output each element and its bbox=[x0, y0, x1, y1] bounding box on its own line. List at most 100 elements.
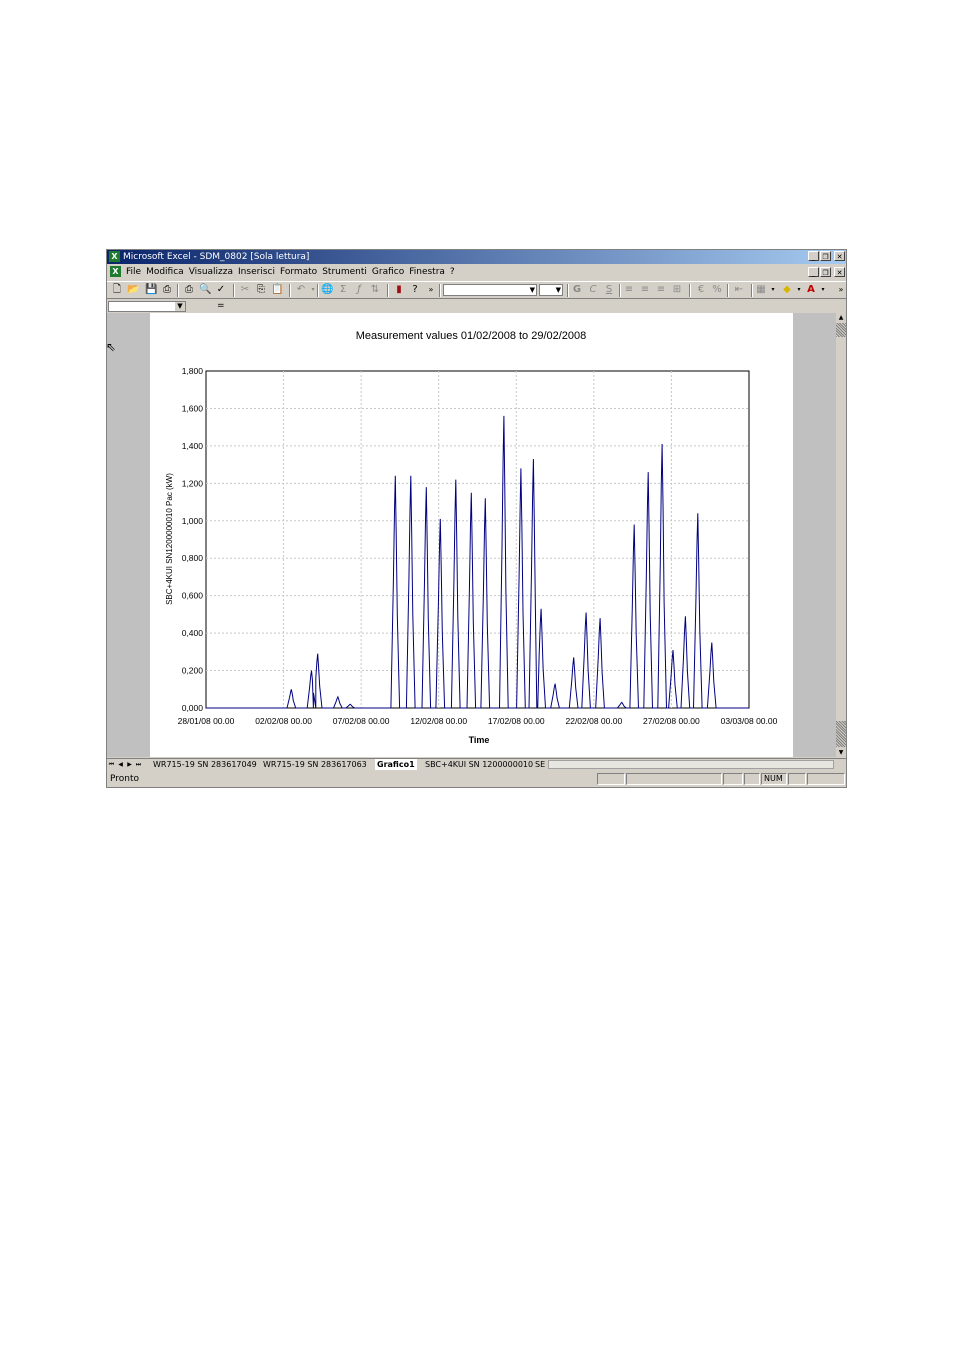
new-icon[interactable]: 🗋 bbox=[111, 284, 123, 296]
vertical-scrollbar[interactable]: ▲ ▼ bbox=[836, 313, 846, 757]
help-icon[interactable]: ? bbox=[409, 284, 421, 296]
borders-dropdown-icon[interactable]: ▾ bbox=[767, 284, 779, 296]
undo-icon[interactable]: ↶ bbox=[295, 284, 307, 296]
chart-page[interactable]: Measurement values 01/02/2008 to 29/02/2… bbox=[150, 313, 793, 757]
close-button[interactable]: ✕ bbox=[834, 251, 845, 261]
borders-icon[interactable]: ▦ bbox=[755, 284, 767, 296]
x-tick-label: 03/03/08 00.00 bbox=[721, 716, 778, 726]
scroll-thumb-bottom[interactable] bbox=[836, 721, 846, 747]
menu-help[interactable]: ? bbox=[450, 265, 460, 279]
chart-wizard-icon[interactable]: ▮ bbox=[393, 284, 405, 296]
name-box-dropdown-icon[interactable]: ▼ bbox=[175, 302, 185, 311]
menu-grafico[interactable]: Grafico bbox=[372, 265, 409, 279]
status-num: NUM bbox=[761, 773, 787, 785]
y-tick-label: 0,400 bbox=[182, 628, 204, 638]
workbook-icon[interactable]: X bbox=[110, 266, 121, 277]
status-panel bbox=[788, 773, 806, 785]
save-icon[interactable]: 💾 bbox=[145, 284, 157, 296]
sheet-tab[interactable]: SBC+4KUI SN 1200000010 bbox=[425, 759, 533, 770]
more-buttons-icon[interactable]: » bbox=[425, 284, 437, 296]
menu-formato[interactable]: Formato bbox=[280, 265, 322, 279]
font-color-dropdown-icon[interactable]: ▾ bbox=[817, 284, 829, 296]
chart[interactable]: Measurement values 01/02/2008 to 29/02/2… bbox=[150, 313, 793, 757]
doc-minimize-button[interactable]: _ bbox=[808, 267, 819, 277]
sheet-tab-bar: ⏮ ◀ ▶ ⏭ WR715-19 SN 283617049 WR715-19 S… bbox=[107, 758, 846, 770]
first-sheet-icon[interactable]: ⏮ bbox=[107, 759, 116, 770]
horizontal-scrollbar[interactable] bbox=[548, 760, 834, 769]
copy-icon[interactable]: ⎘ bbox=[255, 284, 267, 296]
x-tick-label: 22/02/08 00.00 bbox=[565, 716, 622, 726]
status-panel bbox=[597, 773, 625, 785]
x-axis-label: Time bbox=[469, 735, 490, 745]
status-panel bbox=[744, 773, 760, 785]
paste-icon[interactable]: 📋 bbox=[271, 284, 283, 296]
currency-icon[interactable]: € bbox=[695, 284, 707, 296]
formula-equals[interactable]: = bbox=[217, 300, 225, 313]
open-icon[interactable]: 📂 bbox=[127, 284, 139, 296]
bold-icon[interactable]: G bbox=[571, 284, 583, 296]
align-left-icon[interactable]: ≡ bbox=[623, 284, 635, 296]
x-tick-label: 02/02/08 00.00 bbox=[255, 716, 312, 726]
y-axis-ticks: 0,000 0,200 0,400 0,600 0,800 1,000 1,200 1,400… bbox=[182, 366, 204, 713]
menu-bar: X File Modifica Visualizza Inserisci For… bbox=[107, 265, 846, 279]
doc-restore-button[interactable]: ❐ bbox=[820, 267, 831, 277]
minimize-button[interactable]: _ bbox=[808, 251, 819, 261]
print-preview-icon[interactable]: ⎙ bbox=[183, 284, 195, 296]
chart-sheet-area: Measurement values 01/02/2008 to 29/02/2… bbox=[107, 313, 836, 757]
autosum-icon[interactable]: Σ bbox=[337, 284, 349, 296]
sheet-tab-active[interactable]: Grafico1 bbox=[375, 759, 417, 770]
fill-color-icon[interactable]: ◆ bbox=[781, 284, 793, 296]
percent-icon[interactable]: % bbox=[711, 284, 723, 296]
sheet-tab[interactable]: WR715-19 SN 283617063 bbox=[263, 759, 367, 770]
underline-icon[interactable]: S bbox=[603, 284, 615, 296]
menu-strumenti[interactable]: Strumenti bbox=[322, 265, 372, 279]
x-tick-label: 27/02/08 00.00 bbox=[643, 716, 700, 726]
font-name-combo[interactable]: ▼ bbox=[443, 284, 537, 296]
excel-window: X Microsoft Excel - SDM_0802 [Sola lettu… bbox=[106, 249, 847, 788]
status-panel bbox=[807, 773, 845, 785]
restore-button[interactable]: ❐ bbox=[820, 251, 831, 261]
x-tick-label: 17/02/08 00.00 bbox=[488, 716, 545, 726]
align-right-icon[interactable]: ≡ bbox=[655, 284, 667, 296]
merge-icon[interactable]: ⊞ bbox=[671, 284, 683, 296]
fill-dropdown-icon[interactable]: ▾ bbox=[793, 284, 805, 296]
sheet-tab[interactable]: WR715-19 SN 283617049 bbox=[153, 759, 257, 770]
y-tick-label: 0,800 bbox=[182, 553, 204, 563]
hyperlink-icon[interactable]: 🌐 bbox=[321, 284, 333, 296]
y-tick-label: 1,800 bbox=[182, 366, 204, 376]
spelling-icon[interactable]: ✓ bbox=[215, 284, 227, 296]
x-tick-label: 12/02/08 00.00 bbox=[410, 716, 467, 726]
cut-icon[interactable]: ✂ bbox=[239, 284, 251, 296]
prev-sheet-icon[interactable]: ◀ bbox=[116, 759, 125, 770]
y-tick-label: 0,200 bbox=[182, 666, 204, 676]
font-color-icon[interactable]: A bbox=[805, 284, 817, 296]
name-box[interactable]: ▼ bbox=[108, 301, 186, 312]
y-tick-label: 1,000 bbox=[182, 516, 204, 526]
standard-toolbar: 🗋 📂 💾 ⎙ ⎙ 🔍 ✓ ✂ ⎘ 📋 ↶ ▾ 🌐 Σ ƒ ⇅ ▮ ? » ▼ … bbox=[107, 281, 846, 299]
font-size-combo[interactable]: ▼ bbox=[539, 284, 563, 296]
title-bar: X Microsoft Excel - SDM_0802 [Sola lettu… bbox=[107, 250, 846, 264]
indent-icon[interactable]: ⇤ bbox=[733, 284, 745, 296]
align-center-icon[interactable]: ≡ bbox=[639, 284, 651, 296]
function-icon[interactable]: ƒ bbox=[353, 284, 365, 296]
menu-visualizza[interactable]: Visualizza bbox=[189, 265, 238, 279]
print-icon[interactable]: ⎙ bbox=[161, 284, 173, 296]
toolbar-options-icon[interactable]: » bbox=[835, 284, 847, 296]
sort-icon[interactable]: ⇅ bbox=[369, 284, 381, 296]
print-preview2-icon[interactable]: 🔍 bbox=[199, 284, 211, 296]
menu-finestra[interactable]: Finestra bbox=[409, 265, 450, 279]
excel-icon: X bbox=[109, 251, 120, 262]
scroll-thumb-top[interactable] bbox=[836, 323, 846, 337]
window-title: Microsoft Excel - SDM_0802 [Sola lettura… bbox=[123, 252, 310, 262]
menu-modifica[interactable]: Modifica bbox=[146, 265, 189, 279]
next-sheet-icon[interactable]: ▶ bbox=[125, 759, 134, 770]
doc-close-button[interactable]: ✕ bbox=[834, 267, 845, 277]
last-sheet-icon[interactable]: ⏭ bbox=[134, 759, 143, 770]
sheet-tab[interactable]: SE bbox=[535, 759, 545, 770]
italic-icon[interactable]: C bbox=[587, 284, 599, 296]
status-bar: Pronto NUM bbox=[107, 772, 846, 787]
scroll-up-icon[interactable]: ▲ bbox=[836, 313, 846, 322]
menu-inserisci[interactable]: Inserisci bbox=[238, 265, 280, 279]
scroll-down-icon[interactable]: ▼ bbox=[836, 748, 846, 757]
menu-file[interactable]: File bbox=[126, 265, 146, 279]
